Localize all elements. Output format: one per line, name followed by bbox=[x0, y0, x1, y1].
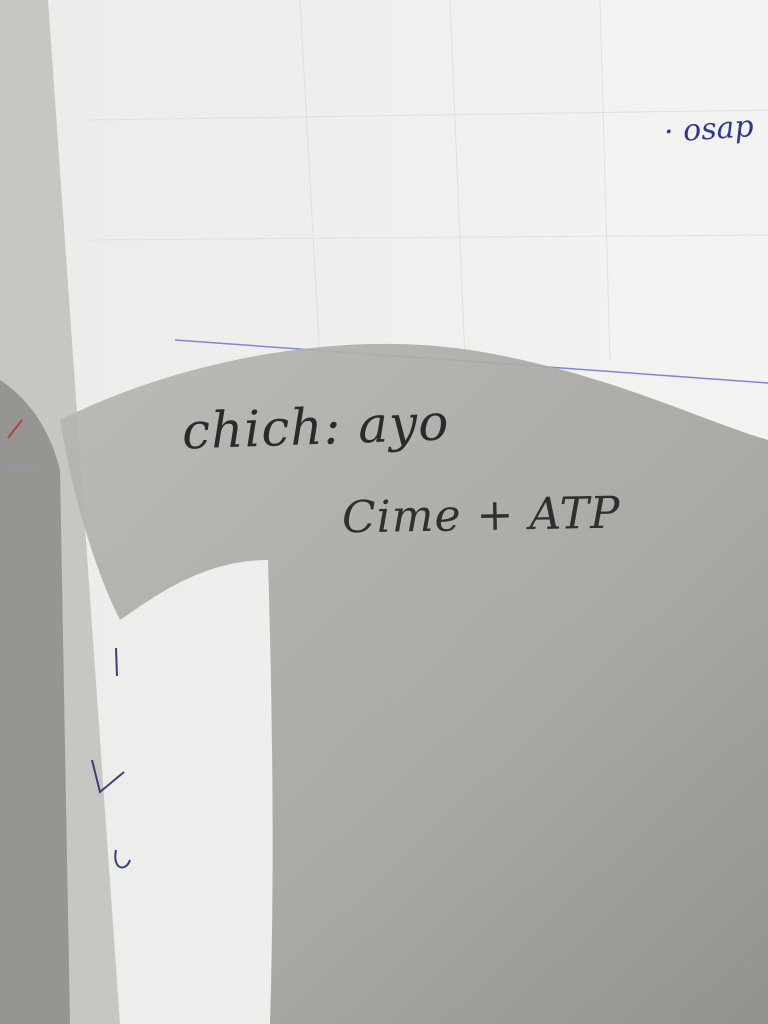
ink-stroke bbox=[115, 647, 118, 677]
corner-handwriting: · osap bbox=[662, 108, 755, 151]
left-shadow bbox=[0, 380, 70, 1024]
handwritten-line-1: chich: ayo bbox=[181, 393, 451, 461]
handwritten-line-2: Cime + ATP bbox=[341, 487, 622, 544]
